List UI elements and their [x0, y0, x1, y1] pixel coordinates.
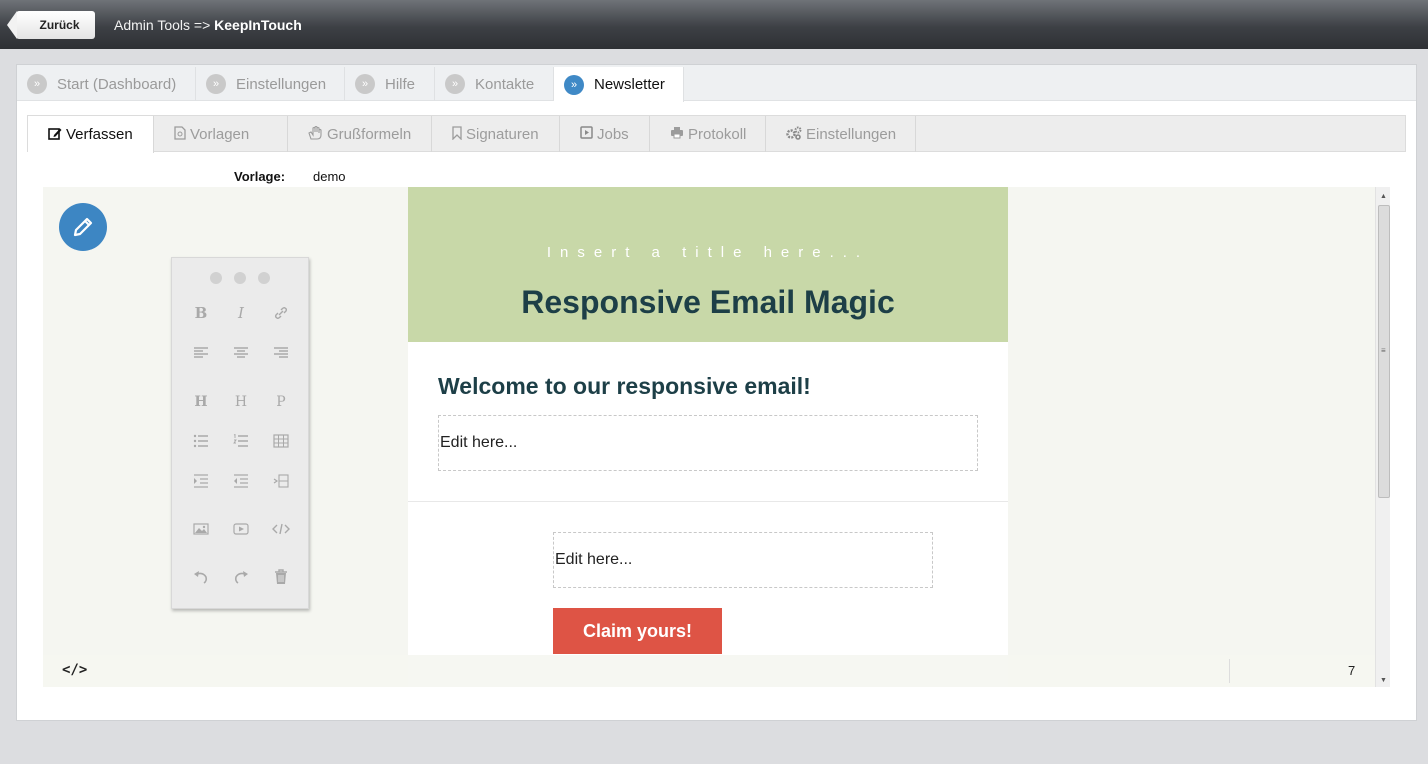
drag-handle[interactable] [172, 272, 308, 284]
link-icon[interactable] [269, 301, 293, 325]
play-icon [580, 126, 593, 142]
tab-label: Signaturen [466, 125, 539, 143]
align-left-icon[interactable] [189, 341, 213, 365]
editable-block-2[interactable]: Edit here... [553, 532, 933, 588]
hero-subtitle[interactable]: Insert a title here... [408, 244, 1008, 261]
hero-section: Insert a title here... Responsive Email … [408, 187, 1008, 342]
status-count: 7 [1348, 663, 1356, 678]
tab-label: Protokoll [688, 125, 747, 143]
embed-code-icon[interactable] [269, 517, 293, 541]
tab-label: Newsletter [594, 76, 665, 93]
editable-block-1[interactable]: Edit here... [438, 415, 978, 471]
file-icon [174, 125, 186, 143]
tab-signaturen[interactable]: Signaturen [432, 116, 560, 152]
back-button[interactable]: Zurück [7, 11, 95, 39]
heading2-icon[interactable]: H [229, 390, 253, 414]
editor-statusbar: </> 7 [43, 655, 1390, 687]
tab-hilfe[interactable]: » Hilfe [345, 67, 435, 101]
template-label: Vorlage: [234, 169, 286, 184]
align-right-icon[interactable] [269, 341, 293, 365]
tab-verfassen[interactable]: Verfassen [28, 116, 154, 153]
hand-icon [308, 125, 323, 143]
formatting-toolbox[interactable]: B I H H P [171, 257, 309, 609]
align-center-icon[interactable] [229, 341, 253, 365]
main-tabs: » Start (Dashboard) » Einstellungen » Hi… [17, 65, 1416, 102]
tab-label: Einstellungen [806, 125, 897, 143]
tab-einstellungen[interactable]: » Einstellungen [196, 67, 345, 101]
image-icon[interactable] [189, 517, 213, 541]
code-view-icon[interactable]: </> [62, 662, 87, 678]
tab-label: Kontakte [475, 75, 535, 93]
tab-label: Verfassen [66, 126, 133, 143]
tab-start-dashboard[interactable]: » Start (Dashboard) [17, 67, 196, 101]
heading1-icon[interactable]: H [189, 390, 213, 414]
bold-icon[interactable]: B [189, 301, 213, 325]
tab-kontakte[interactable]: » Kontakte [435, 67, 554, 101]
tab-label: Vorlagen [190, 125, 250, 143]
trash-icon[interactable] [269, 565, 293, 589]
vertical-scrollbar[interactable]: ▲ ≡ ▼ [1375, 187, 1390, 687]
video-icon[interactable] [229, 517, 253, 541]
insert-block-icon[interactable] [269, 469, 293, 493]
print-icon [670, 126, 684, 142]
hero-title[interactable]: Responsive Email Magic [408, 284, 1008, 321]
numbered-list-icon[interactable] [229, 429, 253, 453]
bullet-icon: » [206, 74, 226, 94]
email-canvas: Insert a title here... Responsive Email … [408, 187, 1008, 687]
indent-icon[interactable] [189, 469, 213, 493]
table-icon[interactable] [269, 429, 293, 453]
bookmark-icon [452, 125, 462, 143]
tab-label: Hilfe [385, 75, 416, 93]
tab-grussformeln[interactable]: Grußformeln [288, 116, 432, 152]
template-value[interactable]: demo [313, 169, 346, 184]
redo-icon[interactable] [229, 565, 253, 589]
tab-label: Start (Dashboard) [57, 75, 177, 93]
bullet-list-icon[interactable] [189, 429, 213, 453]
tab-label: Einstellungen [236, 75, 327, 93]
breadcrumb-prefix: Admin Tools => [114, 17, 211, 33]
tab-jobs[interactable]: Jobs [560, 116, 650, 152]
tab-newsletter[interactable]: » Newsletter [554, 67, 684, 102]
bullet-icon: » [27, 74, 47, 94]
bullet-icon: » [355, 74, 375, 94]
email-editor: B I H H P Insert a title here... Respons… [43, 187, 1390, 687]
scroll-up-icon[interactable]: ▲ [1376, 189, 1391, 203]
divider [408, 501, 1008, 502]
main-panel: » Start (Dashboard) » Einstellungen » Hi… [16, 64, 1417, 721]
sub-tabs: Verfassen Vorlagen Grußformeln Signature… [27, 115, 1406, 153]
breadcrumb: Admin Tools => KeepInTouch [114, 17, 302, 33]
tab-label: Jobs [597, 125, 629, 143]
scroll-down-icon[interactable]: ▼ [1376, 673, 1391, 687]
back-button-label: Zurück [39, 18, 80, 32]
tab-vorlagen[interactable]: Vorlagen [154, 116, 288, 152]
tab-protokoll[interactable]: Protokoll [650, 116, 766, 152]
paragraph-icon[interactable]: P [269, 390, 293, 414]
undo-icon[interactable] [189, 565, 213, 589]
italic-icon[interactable]: I [229, 301, 253, 325]
top-bar: Zurück Admin Tools => KeepInTouch [0, 0, 1428, 49]
pencil-icon[interactable] [59, 203, 107, 251]
tab-label: Grußformeln [327, 125, 412, 143]
claim-button[interactable]: Claim yours! [553, 608, 722, 654]
cogs-icon [786, 126, 802, 143]
status-divider [1229, 659, 1230, 683]
outdent-icon[interactable] [229, 469, 253, 493]
newsletter-content: Verfassen Vorlagen Grußformeln Signature… [27, 115, 1406, 715]
edit-icon [48, 127, 62, 143]
scroll-thumb[interactable]: ≡ [1378, 205, 1390, 498]
bullet-icon: » [564, 74, 584, 95]
tab-einstellungen-newsletter[interactable]: Einstellungen [766, 116, 916, 152]
bullet-icon: » [445, 74, 465, 94]
breadcrumb-current: KeepInTouch [214, 17, 302, 33]
welcome-heading[interactable]: Welcome to our responsive email! [438, 373, 811, 400]
